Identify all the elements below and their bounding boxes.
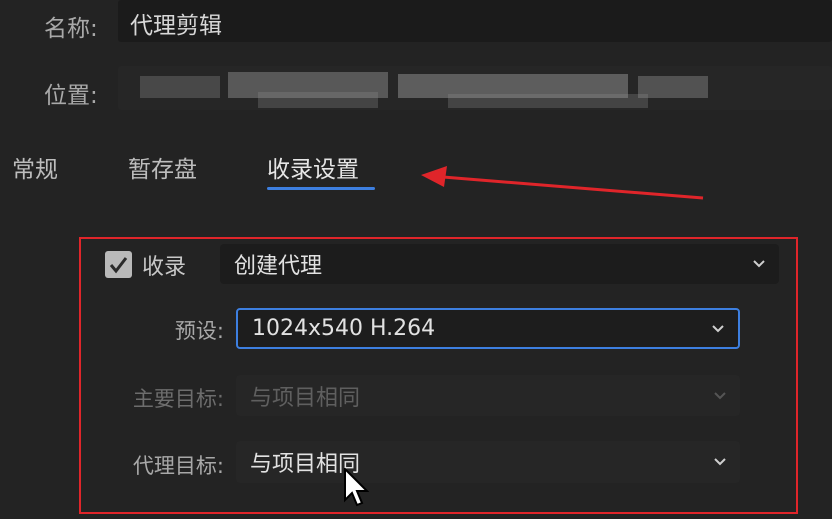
location-label: 位置: <box>44 83 98 109</box>
mouse-cursor-icon <box>344 468 369 507</box>
location-field[interactable] <box>118 66 832 110</box>
tab-scratch-disks[interactable]: 暂存盘 <box>128 150 197 184</box>
preset-label: 预设: <box>174 319 224 343</box>
ingest-mode-select[interactable]: 创建代理 <box>220 244 779 284</box>
chevron-down-icon <box>714 391 726 399</box>
blurred-path-segment <box>140 76 220 98</box>
active-tab-indicator <box>267 187 375 190</box>
blurred-path-segment <box>258 92 378 108</box>
ingest-checkbox[interactable] <box>105 251 132 278</box>
name-input[interactable]: 代理剪辑 <box>118 0 832 42</box>
blurred-path-segment <box>448 94 648 108</box>
primary-destination-value: 与项目相同 <box>250 385 361 411</box>
tab-general[interactable]: 常规 <box>12 150 58 184</box>
chevron-down-icon <box>753 260 765 268</box>
preset-value: 1024x540 H.264 <box>252 316 436 341</box>
ingest-checkbox-label: 收录 <box>142 255 187 280</box>
primary-destination-select: 与项目相同 <box>236 375 740 416</box>
name-value: 代理剪辑 <box>130 13 222 39</box>
primary-destination-label: 主要目标: <box>132 387 224 411</box>
name-label: 名称: <box>44 16 98 42</box>
tab-ingest-settings[interactable]: 收录设置 <box>267 150 359 184</box>
annotation-arrow <box>421 166 704 200</box>
chevron-down-icon <box>714 458 726 466</box>
chevron-down-icon <box>712 324 724 332</box>
ingest-mode-value: 创建代理 <box>234 254 323 279</box>
blurred-path-segment <box>638 76 708 98</box>
proxy-destination-label: 代理目标: <box>132 454 224 478</box>
preset-select[interactable]: 1024x540 H.264 <box>236 308 740 349</box>
checkbox-check-icon <box>109 257 128 274</box>
proxy-destination-select[interactable]: 与项目相同 <box>236 441 740 483</box>
